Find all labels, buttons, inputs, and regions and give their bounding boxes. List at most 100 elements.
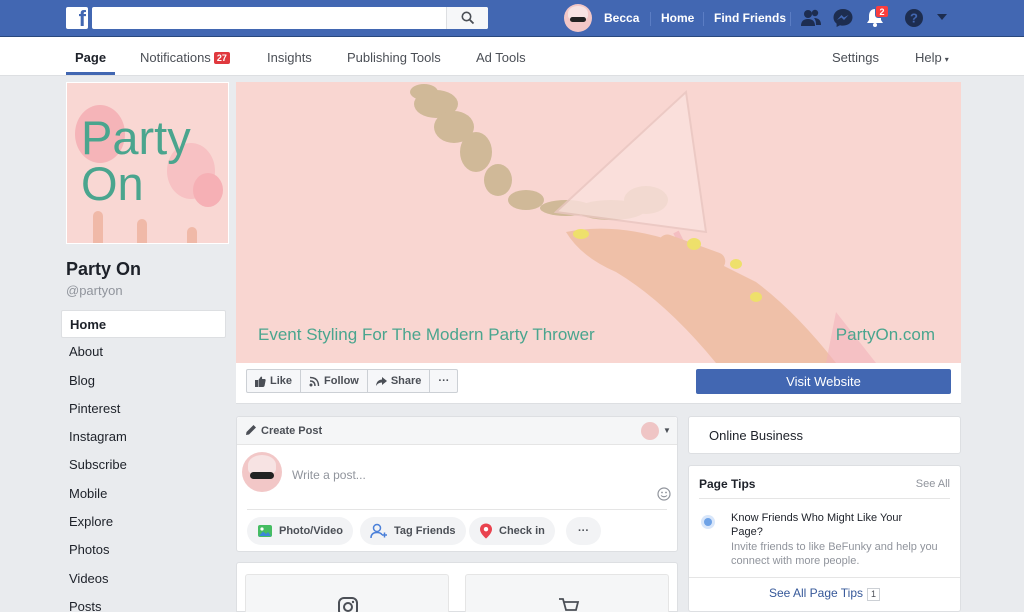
divider bbox=[650, 12, 651, 26]
create-post-title: Create Post bbox=[261, 425, 323, 437]
sidebar-item-home[interactable]: Home bbox=[61, 310, 226, 339]
page-handle: @partyon bbox=[66, 283, 123, 298]
page-tips-card: Page Tips See All Know Friends Who Might… bbox=[688, 465, 961, 612]
thumbs-up-icon bbox=[255, 376, 266, 387]
instagram-icon bbox=[338, 597, 358, 612]
active-tab-indicator bbox=[66, 72, 115, 75]
page-tips-see-all-link[interactable]: See All bbox=[916, 478, 950, 490]
divider bbox=[703, 12, 704, 26]
sidebar-item-instagram[interactable]: Instagram bbox=[61, 423, 226, 451]
more-post-options-button[interactable]: ··· bbox=[566, 517, 601, 545]
share-button[interactable]: Share bbox=[368, 370, 431, 392]
online-business-label: Online Business bbox=[709, 428, 803, 443]
sidebar-item-mobile[interactable]: Mobile bbox=[61, 480, 226, 508]
user-name-link[interactable]: Becca bbox=[604, 11, 639, 25]
follow-label: Follow bbox=[324, 375, 359, 387]
sidebar-item-about[interactable]: About bbox=[61, 338, 226, 366]
shortcuts-card bbox=[236, 562, 678, 612]
share-label: Share bbox=[390, 375, 422, 387]
tab-help-label: Help bbox=[915, 50, 942, 65]
photo-video-label: Photo/Video bbox=[279, 525, 343, 537]
visit-website-button[interactable]: Visit Website bbox=[696, 369, 951, 394]
sidebar-item-pinterest[interactable]: Pinterest bbox=[61, 395, 226, 423]
tab-notifications-label: Notifications bbox=[140, 50, 211, 65]
like-label: Like bbox=[270, 375, 293, 387]
sidebar-item-subscribe[interactable]: Subscribe bbox=[61, 451, 226, 479]
tab-settings[interactable]: Settings bbox=[832, 50, 879, 65]
check-in-button[interactable]: Check in bbox=[469, 517, 555, 545]
search-input[interactable] bbox=[92, 7, 488, 29]
tab-help[interactable]: Help ▾ bbox=[915, 50, 949, 65]
sidebar-item-explore[interactable]: Explore bbox=[61, 508, 226, 536]
sidebar-item-posts[interactable]: Posts bbox=[61, 593, 226, 612]
like-button[interactable]: Like bbox=[247, 370, 302, 392]
write-post-input[interactable]: Write a post... bbox=[292, 468, 366, 482]
profile-picture[interactable]: Party On bbox=[66, 82, 229, 244]
user-avatar[interactable] bbox=[564, 4, 592, 32]
rss-icon bbox=[309, 376, 320, 386]
location-pin-icon bbox=[480, 523, 492, 539]
help-caret-icon: ▾ bbox=[944, 55, 949, 64]
page-actions-bar: Like Follow Share ··· Visit Website bbox=[236, 363, 961, 404]
tag-friends-label: Tag Friends bbox=[394, 525, 456, 537]
facebook-logo-icon[interactable]: f bbox=[66, 7, 88, 29]
photo-icon bbox=[258, 525, 272, 537]
cover-tagline: Event Styling For The Modern Party Throw… bbox=[258, 325, 595, 344]
search-icon bbox=[461, 11, 475, 25]
post-as-chevron-down-icon[interactable]: ▼ bbox=[663, 426, 671, 435]
cover-website-text: PartyOn.com bbox=[835, 325, 935, 344]
category-card: Online Business bbox=[688, 416, 961, 454]
notifications-tab-badge: 27 bbox=[213, 52, 230, 64]
tab-publishing-tools[interactable]: Publishing Tools bbox=[347, 50, 441, 65]
friend-requests-icon[interactable] bbox=[800, 8, 822, 28]
more-actions-button[interactable]: ··· bbox=[430, 370, 457, 392]
account-menu-chevron-down-icon[interactable] bbox=[936, 13, 948, 21]
top-navigation-bar: f Becca Home Find Friends 2 ? bbox=[0, 0, 1024, 37]
hand-shape bbox=[187, 227, 197, 243]
profile-picture-text-line2: On bbox=[81, 157, 144, 210]
post-as-avatar[interactable] bbox=[641, 422, 659, 440]
create-post-card: Create Post ▼ Write a post... Photo/Vide… bbox=[236, 416, 678, 552]
home-link[interactable]: Home bbox=[661, 11, 694, 25]
profile-picture-text: Party On bbox=[81, 111, 191, 210]
tab-insights[interactable]: Insights bbox=[267, 50, 312, 65]
divider bbox=[247, 509, 667, 510]
search-button[interactable] bbox=[446, 7, 488, 29]
follow-button[interactable]: Follow bbox=[301, 370, 368, 392]
tag-friends-icon bbox=[370, 523, 387, 539]
photo-video-button[interactable]: Photo/Video bbox=[247, 517, 353, 545]
page-navigation: Page Notifications 27 Insights Publishing… bbox=[0, 37, 1024, 76]
messenger-icon[interactable] bbox=[832, 8, 854, 28]
see-all-page-tips-link[interactable]: See All Page Tips 1 bbox=[689, 586, 960, 601]
profile-picture-text-line1: Party bbox=[81, 111, 191, 164]
see-all-page-tips-label: See All Page Tips bbox=[768, 586, 864, 600]
balloon-shape bbox=[193, 173, 223, 207]
cover-photo[interactable]: Event Styling For The Modern Party Throw… bbox=[236, 82, 961, 363]
emoji-icon[interactable] bbox=[657, 487, 671, 501]
page-title: Party On bbox=[66, 259, 142, 279]
share-arrow-icon bbox=[375, 376, 387, 386]
page-tip-heading[interactable]: Know Friends Who Might Like Your Page? bbox=[731, 511, 931, 539]
sidebar-item-videos[interactable]: Videos bbox=[61, 565, 226, 593]
notifications-count-badge: 2 bbox=[875, 5, 889, 18]
help-icon[interactable]: ? bbox=[903, 8, 925, 28]
check-in-label: Check in bbox=[499, 525, 545, 537]
cover-illustration bbox=[410, 84, 876, 363]
instagram-tile[interactable] bbox=[245, 574, 449, 612]
author-avatar bbox=[242, 452, 282, 492]
page-action-buttons: Like Follow Share ··· bbox=[246, 369, 459, 393]
sidebar-item-blog[interactable]: Blog bbox=[61, 367, 226, 395]
hand-shape bbox=[93, 211, 103, 243]
find-friends-link[interactable]: Find Friends bbox=[714, 11, 786, 25]
sidebar-item-photos[interactable]: Photos bbox=[61, 536, 226, 564]
pencil-icon bbox=[246, 425, 256, 435]
page-tips-count-badge: 1 bbox=[867, 588, 881, 601]
shop-tile[interactable] bbox=[465, 574, 669, 612]
tab-page[interactable]: Page bbox=[75, 50, 106, 65]
tab-notifications[interactable]: Notifications 27 bbox=[140, 50, 230, 65]
hand-shape bbox=[137, 219, 147, 243]
tab-ad-tools[interactable]: Ad Tools bbox=[476, 50, 526, 65]
tag-friends-button[interactable]: Tag Friends bbox=[360, 517, 466, 545]
page-tip-description: Invite friends to like BeFunky and help … bbox=[731, 541, 938, 567]
create-post-header: Create Post ▼ bbox=[237, 417, 677, 445]
